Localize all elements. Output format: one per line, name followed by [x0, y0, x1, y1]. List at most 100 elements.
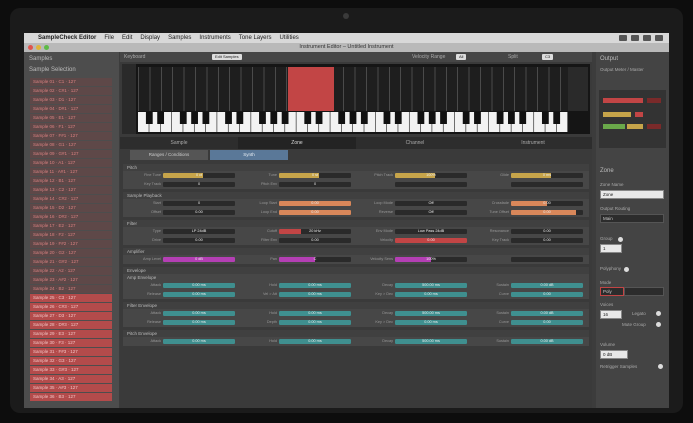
sample-list-item[interactable]: Sample 36 · B3 · 127 — [30, 393, 112, 401]
black-key[interactable] — [496, 112, 504, 124]
black-key[interactable] — [338, 112, 346, 124]
section-title[interactable]: Amplifier — [123, 248, 589, 255]
sample-list-item[interactable]: Sample 17 · E2 · 127 — [30, 222, 112, 230]
sample-list-item[interactable]: Sample 25 · C3 · 127 — [30, 294, 112, 302]
sample-list-item[interactable]: Sample 04 · D#1 · 127 — [30, 105, 112, 113]
sample-list-item[interactable]: Sample 28 · D#3 · 127 — [30, 321, 112, 329]
clock-icon[interactable] — [643, 35, 651, 41]
sample-list-item[interactable]: Sample 14 · C#2 · 127 — [30, 195, 112, 203]
sample-list-item[interactable]: Sample 30 · F3 · 127 — [30, 339, 112, 347]
tab-sample[interactable]: Sample — [120, 137, 238, 149]
menu-file[interactable]: File — [104, 33, 114, 43]
sample-list-item[interactable]: Sample 34 · A3 · 127 — [30, 375, 112, 383]
sample-list-item[interactable]: Sample 32 · G3 · 127 — [30, 357, 112, 365]
close-window-icon[interactable] — [28, 45, 33, 50]
sample-list-item[interactable]: Sample 27 · D3 · 127 — [30, 312, 112, 320]
menu-utilities[interactable]: Utilities — [279, 33, 298, 43]
subtab-synth[interactable]: Synth — [210, 150, 288, 160]
sample-list-item[interactable]: Sample 29 · E3 · 127 — [30, 330, 112, 338]
voices-input[interactable]: 16 — [600, 310, 622, 319]
zoom-window-icon[interactable] — [44, 45, 49, 50]
mute-group-toggle-icon[interactable] — [656, 322, 661, 327]
sample-list-item[interactable]: Sample 20 · G2 · 127 — [30, 249, 112, 257]
volume-input[interactable]: 0 dB — [600, 350, 628, 359]
sample-list-item[interactable]: Sample 06 · F1 · 127 — [30, 123, 112, 131]
polyphony-toggle-icon[interactable] — [624, 267, 629, 272]
section-title[interactable]: Filter Envelope — [123, 302, 589, 309]
section-title[interactable]: Pitch — [123, 164, 589, 171]
velocity-range-select[interactable]: All — [456, 54, 467, 60]
wifi-icon[interactable] — [619, 35, 627, 41]
sample-list-item[interactable]: Sample 21 · G#2 · 127 — [30, 258, 112, 266]
sample-list-item[interactable]: Sample 02 · C#1 · 127 — [30, 87, 112, 95]
battery-icon[interactable] — [631, 35, 639, 41]
tab-channel[interactable]: Channel — [356, 137, 474, 149]
tab-zone[interactable]: Zone — [238, 137, 356, 149]
piano-keyboard[interactable] — [138, 112, 568, 132]
black-key[interactable] — [315, 112, 323, 124]
black-key[interactable] — [191, 112, 198, 124]
sample-list-item[interactable]: Sample 22 · A2 · 127 — [30, 267, 112, 275]
zone-map-grid[interactable] — [138, 67, 568, 111]
subtab-ranges[interactable]: Ranges / Conditions — [130, 150, 208, 160]
section-title[interactable]: Pitch Envelope — [123, 330, 589, 337]
sample-list-item[interactable]: Sample 26 · C#3 · 127 — [30, 303, 112, 311]
output-routing-select[interactable]: Main — [600, 214, 664, 223]
sample-list-item[interactable]: Sample 09 · G#1 · 127 — [30, 150, 112, 158]
black-key[interactable] — [462, 112, 470, 124]
sample-list-item[interactable]: Sample 19 · F#2 · 127 — [30, 240, 112, 248]
search-icon[interactable] — [655, 35, 663, 41]
sample-list-item[interactable]: Sample 07 · F#1 · 127 — [30, 132, 112, 140]
sample-list-item[interactable]: Sample 01 · C1 · 127 — [30, 78, 112, 86]
sample-list-item[interactable]: Sample 24 · B2 · 127 — [30, 285, 112, 293]
black-key[interactable] — [157, 112, 165, 124]
black-key[interactable] — [428, 112, 436, 124]
black-key[interactable] — [259, 112, 266, 124]
black-key[interactable] — [440, 112, 447, 124]
parameter-slider[interactable] — [511, 182, 583, 187]
sample-list-item[interactable]: Sample 08 · G1 · 127 — [30, 141, 112, 149]
sample-list-item[interactable]: Sample 15 · D2 · 127 — [30, 204, 112, 212]
mode-dropdown[interactable] — [624, 287, 664, 296]
tab-instrument[interactable]: Instrument — [474, 137, 592, 149]
black-key[interactable] — [417, 112, 425, 124]
section-title[interactable]: Sample Playback — [123, 192, 589, 199]
app-menu[interactable]: SampleCheck Editor — [38, 33, 96, 43]
sample-list-item[interactable]: Sample 12 · B1 · 127 — [30, 177, 112, 185]
mode-select[interactable]: Poly — [600, 287, 624, 296]
menu-edit[interactable]: Edit — [122, 33, 132, 43]
black-key[interactable] — [541, 112, 549, 124]
sample-list-item[interactable]: Sample 11 · A#1 · 127 — [30, 168, 112, 176]
black-key[interactable] — [553, 112, 561, 124]
black-key[interactable] — [236, 112, 244, 124]
sample-list-item[interactable]: Sample 31 · F#3 · 127 — [30, 348, 112, 356]
sample-list-item[interactable]: Sample 33 · G#3 · 127 — [30, 366, 112, 374]
sample-list-item[interactable]: Sample 10 · A1 · 127 — [30, 159, 112, 167]
sample-list-item[interactable]: Sample 05 · E1 · 127 — [30, 114, 112, 122]
sample-list-item[interactable]: Sample 18 · F2 · 127 — [30, 231, 112, 239]
sample-list-item[interactable]: Sample 35 · A#3 · 127 — [30, 384, 112, 392]
edit-mode-dropdown[interactable]: Edit Samples — [212, 54, 242, 60]
parameter-slider[interactable] — [511, 257, 583, 262]
black-key[interactable] — [360, 112, 368, 124]
legato-toggle-icon[interactable] — [656, 311, 661, 316]
menu-tone-layers[interactable]: Tone Layers — [239, 33, 272, 43]
black-key[interactable] — [383, 112, 391, 124]
sample-list-item[interactable]: Sample 23 · A#2 · 127 — [30, 276, 112, 284]
group-toggle-icon[interactable] — [618, 237, 623, 242]
sample-list-item[interactable]: Sample 13 · C2 · 127 — [30, 186, 112, 194]
group-input[interactable]: 1 — [600, 244, 622, 253]
black-key[interactable] — [394, 112, 402, 124]
section-title[interactable]: Filter — [123, 220, 589, 227]
black-key[interactable] — [281, 112, 289, 124]
menu-samples[interactable]: Samples — [168, 33, 191, 43]
black-key[interactable] — [474, 112, 481, 124]
parameter-slider[interactable] — [395, 182, 467, 187]
section-title[interactable]: Envelope — [123, 267, 589, 274]
minimize-window-icon[interactable] — [36, 45, 41, 50]
black-key[interactable] — [508, 112, 515, 124]
black-key[interactable] — [519, 112, 527, 124]
piano-keys[interactable] — [138, 112, 568, 132]
black-key[interactable] — [349, 112, 357, 124]
black-key[interactable] — [145, 112, 153, 124]
